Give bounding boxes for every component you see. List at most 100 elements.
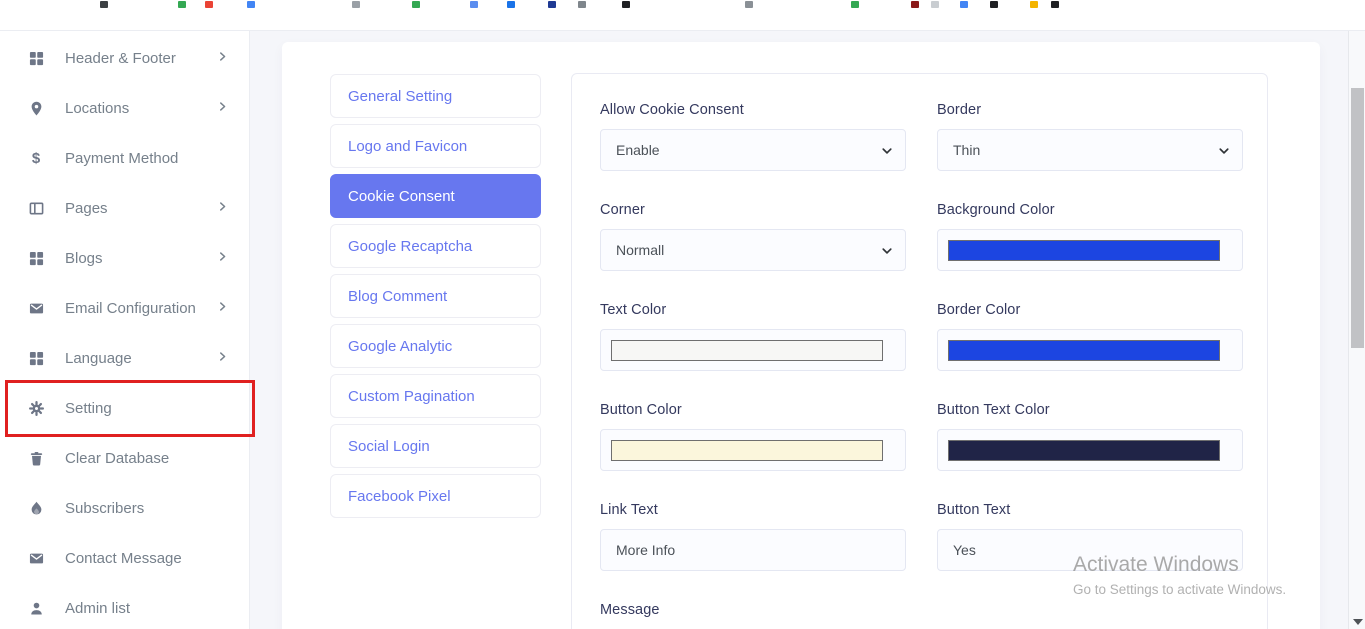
sidebar-item-locations[interactable]: Locations bbox=[0, 83, 250, 133]
tab-cookie-consent[interactable]: Cookie Consent bbox=[330, 174, 541, 218]
button-text-input[interactable] bbox=[937, 529, 1243, 571]
field-border: Border Thin bbox=[937, 102, 1243, 171]
button-color-swatch bbox=[611, 440, 883, 461]
sidebar-item-label: Clear Database bbox=[65, 450, 169, 467]
sidebar-item-pages[interactable]: Pages bbox=[0, 183, 250, 233]
sidebar-item-payment-method[interactable]: $ Payment Method bbox=[0, 133, 250, 183]
settings-tab-list: General Setting Logo and Favicon Cookie Co… bbox=[330, 74, 541, 524]
sidebar-item-contact-message[interactable]: Contact Message bbox=[0, 533, 250, 583]
browser-favicon-icon bbox=[412, 1, 420, 8]
browser-favicon-icon bbox=[507, 1, 515, 8]
allow-cookie-consent-label: Allow Cookie Consent bbox=[600, 102, 906, 118]
scrollbar-down-arrow-icon[interactable] bbox=[1353, 619, 1363, 625]
grid-icon bbox=[28, 250, 44, 266]
trash-icon bbox=[28, 450, 44, 466]
envelope-icon bbox=[28, 300, 44, 316]
link-text-input[interactable] bbox=[600, 529, 906, 571]
corner-select[interactable]: Normall bbox=[600, 229, 906, 271]
chevron-down-icon bbox=[1218, 144, 1230, 160]
sidebar-item-language[interactable]: Language bbox=[0, 333, 250, 383]
background-color-label: Background Color bbox=[937, 202, 1243, 218]
cookie-consent-form-panel: Allow Cookie Consent Enable Border Thin … bbox=[571, 73, 1268, 629]
button-text-color-input[interactable] bbox=[937, 429, 1243, 471]
background-color-input[interactable] bbox=[937, 229, 1243, 271]
sidebar-item-admin-list[interactable]: Admin list bbox=[0, 583, 250, 629]
sidebar-item-label: Locations bbox=[65, 100, 129, 117]
browser-favicon-icon bbox=[205, 1, 213, 8]
chevron-down-icon bbox=[881, 244, 893, 260]
chevron-right-icon bbox=[217, 299, 228, 317]
allow-cookie-consent-select[interactable]: Enable bbox=[600, 129, 906, 171]
browser-favicon-icon bbox=[247, 1, 255, 8]
sidebar-item-blogs[interactable]: Blogs bbox=[0, 233, 250, 283]
sidebar-item-clear-database[interactable]: Clear Database bbox=[0, 433, 250, 483]
background-color-swatch bbox=[948, 240, 1220, 261]
text-color-input[interactable] bbox=[600, 329, 906, 371]
browser-favicon-icon bbox=[1051, 1, 1059, 8]
sidebar-item-setting[interactable]: Setting bbox=[0, 383, 250, 433]
browser-favicon-icon bbox=[745, 1, 753, 8]
sidebar-item-label: Header & Footer bbox=[65, 50, 176, 67]
field-message: Message bbox=[600, 602, 906, 629]
chevron-right-icon bbox=[217, 49, 228, 67]
chevron-down-icon bbox=[881, 144, 893, 160]
browser-favicon-icon bbox=[1030, 1, 1038, 8]
field-button-text-color: Button Text Color bbox=[937, 402, 1243, 471]
browser-favicon-icon bbox=[178, 1, 186, 8]
button-color-input[interactable] bbox=[600, 429, 906, 471]
browser-favicon-icon bbox=[960, 1, 968, 8]
envelope-icon bbox=[28, 550, 44, 566]
scrollbar-thumb[interactable] bbox=[1351, 88, 1364, 348]
tab-blog-comment[interactable]: Blog Comment bbox=[330, 274, 541, 318]
browser-favicon-icon bbox=[100, 1, 108, 8]
chevron-right-icon bbox=[217, 199, 228, 217]
columns-icon bbox=[28, 200, 44, 216]
settings-card: General Setting Logo and Favicon Cookie Co… bbox=[282, 42, 1320, 629]
field-background-color: Background Color bbox=[937, 202, 1243, 271]
sidebar-item-label: Email Configuration bbox=[65, 300, 196, 317]
chevron-right-icon bbox=[217, 249, 228, 267]
sidebar-item-header-footer[interactable]: Header & Footer bbox=[0, 33, 250, 83]
button-text-color-swatch bbox=[948, 440, 1220, 461]
browser-favicon-icon bbox=[548, 1, 556, 8]
sidebar-item-label: Blogs bbox=[65, 250, 103, 267]
sidebar-menu: Header & Footer Locations $ Payment Method P… bbox=[0, 33, 250, 629]
settings-page: Ad Header & FooterLocations$Payment Meth… bbox=[0, 0, 1365, 629]
sidebar-item-subscribers[interactable]: Subscribers bbox=[0, 483, 250, 533]
sidebar-item-label: Setting bbox=[65, 400, 112, 417]
border-value: Thin bbox=[953, 142, 980, 158]
sidebar-item-email-configuration[interactable]: Email Configuration bbox=[0, 283, 250, 333]
field-button-color: Button Color bbox=[600, 402, 906, 471]
link-text-label: Link Text bbox=[600, 502, 906, 518]
chevron-right-icon bbox=[217, 99, 228, 117]
tab-google-recaptcha[interactable]: Google Recaptcha bbox=[330, 224, 541, 268]
sidebar-item-label: Contact Message bbox=[65, 550, 182, 567]
flame-icon bbox=[28, 500, 44, 516]
vertical-scrollbar[interactable] bbox=[1348, 10, 1365, 629]
sidebar: Ad Header & FooterLocations$Payment Meth… bbox=[0, 0, 250, 629]
user-icon bbox=[28, 600, 44, 616]
tab-custom-pagination[interactable]: Custom Pagination bbox=[330, 374, 541, 418]
browser-favicon-icon bbox=[911, 1, 919, 8]
tab-social-login[interactable]: Social Login bbox=[330, 424, 541, 468]
tab-facebook-pixel[interactable]: Facebook Pixel bbox=[330, 474, 541, 518]
browser-favicon-icon bbox=[578, 1, 586, 8]
message-label: Message bbox=[600, 602, 906, 618]
sidebar-item-label: Payment Method bbox=[65, 150, 178, 167]
browser-favicon-icon bbox=[470, 1, 478, 8]
grid-icon bbox=[28, 350, 44, 366]
tab-general-setting[interactable]: General Setting bbox=[330, 74, 541, 118]
sidebar-item-label: Subscribers bbox=[65, 500, 144, 517]
border-color-label: Border Color bbox=[937, 302, 1243, 318]
top-navbar-strip bbox=[0, 0, 1365, 31]
dollar-icon: $ bbox=[28, 150, 44, 166]
tab-logo-and-favicon[interactable]: Logo and Favicon bbox=[330, 124, 541, 168]
border-select[interactable]: Thin bbox=[937, 129, 1243, 171]
text-color-label: Text Color bbox=[600, 302, 906, 318]
corner-label: Corner bbox=[600, 202, 906, 218]
sidebar-item-label: Language bbox=[65, 350, 132, 367]
border-color-input[interactable] bbox=[937, 329, 1243, 371]
corner-value: Normall bbox=[616, 242, 664, 258]
browser-favicon-strip bbox=[0, 0, 1365, 9]
tab-google-analytic[interactable]: Google Analytic bbox=[330, 324, 541, 368]
